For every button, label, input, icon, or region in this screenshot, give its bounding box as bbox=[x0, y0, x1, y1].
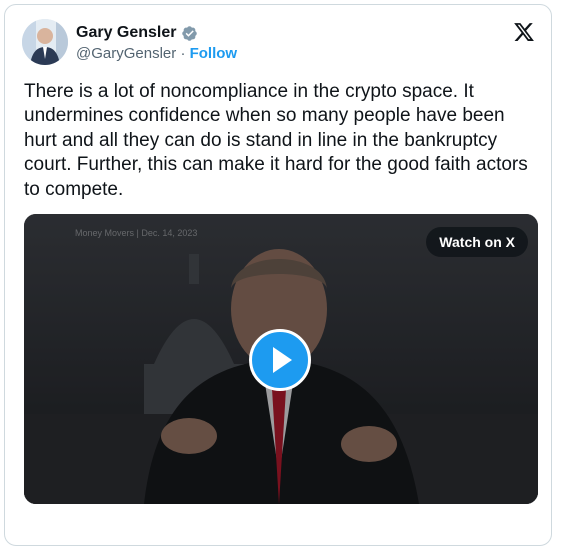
x-logo-icon[interactable] bbox=[513, 21, 535, 43]
avatar[interactable] bbox=[22, 19, 68, 65]
video-caption: Money Movers | Dec. 14, 2023 bbox=[75, 228, 198, 238]
video-player[interactable]: Money Movers | Dec. 14, 2023 Watch on X bbox=[24, 214, 538, 504]
author-name[interactable]: Gary Gensler bbox=[76, 24, 177, 42]
separator: · bbox=[180, 45, 186, 62]
play-icon[interactable] bbox=[249, 329, 311, 391]
watch-on-x-button[interactable]: Watch on X bbox=[426, 227, 528, 257]
verified-badge-icon bbox=[181, 25, 198, 42]
follow-button[interactable]: Follow bbox=[190, 45, 238, 62]
tweet-text: There is a lot of noncompliance in the c… bbox=[24, 81, 528, 200]
author-handle[interactable]: @GaryGensler bbox=[76, 45, 176, 62]
tweet-card[interactable]: Gary Gensler @GaryGensler · Follow There… bbox=[4, 4, 552, 546]
